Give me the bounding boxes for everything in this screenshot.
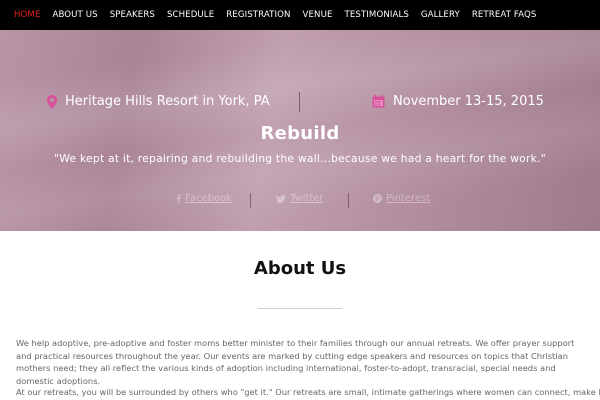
twitter-label: Twitter: [290, 193, 324, 204]
event-info-row: Heritage Hills Resort in York, PA Novemb…: [0, 92, 600, 116]
pinterest-link[interactable]: Pinterest: [373, 193, 430, 204]
social-divider: [250, 193, 251, 208]
calendar-icon: [372, 95, 385, 108]
nav-item-about-us[interactable]: ABOUT US: [52, 10, 97, 20]
info-divider: [299, 92, 300, 112]
nav-item-retreat-faqs[interactable]: RETREAT FAQS: [472, 10, 537, 20]
nav-item-home[interactable]: HOME: [14, 10, 40, 20]
nav-item-gallery[interactable]: GALLERY: [421, 10, 460, 20]
facebook-link[interactable]: Facebook: [176, 193, 232, 204]
nav-item-speakers[interactable]: SPEAKERS: [110, 10, 155, 20]
social-divider: [348, 193, 349, 208]
hero-quote: "We kept at it, repairing and rebuilding…: [54, 152, 546, 165]
event-location-text: Heritage Hills Resort in York, PA: [65, 94, 270, 109]
twitter-icon: [276, 194, 286, 203]
pinterest-icon: [373, 194, 382, 203]
nav-item-registration[interactable]: REGISTRATION: [226, 10, 290, 20]
event-location: Heritage Hills Resort in York, PA: [47, 94, 270, 109]
heading-divider: [258, 308, 342, 309]
facebook-label: Facebook: [185, 193, 232, 204]
about-paragraph-2: At our retreats, you will be surrounded …: [16, 387, 600, 397]
twitter-link[interactable]: Twitter: [276, 193, 324, 204]
event-dates: November 13-15, 2015: [372, 94, 544, 109]
map-pin-icon: [47, 94, 57, 109]
about-us-heading: About Us: [253, 258, 347, 279]
pinterest-label: Pinterest: [386, 193, 431, 204]
about-paragraph-1: We help adoptive, pre-adoptive and foste…: [16, 338, 575, 386]
event-dates-text: November 13-15, 2015: [393, 94, 544, 109]
facebook-icon: [176, 194, 181, 203]
top-navigation: HOME ABOUT US SPEAKERS SCHEDULE REGISTRA…: [0, 0, 600, 30]
nav-item-schedule[interactable]: SCHEDULE: [167, 10, 214, 20]
nav-item-testimonials[interactable]: TESTIMONIALS: [345, 10, 409, 20]
hero-title: Rebuild: [260, 123, 340, 144]
nav-item-venue[interactable]: VENUE: [303, 10, 333, 20]
social-links: Facebook Twitter Pinterest: [0, 193, 600, 209]
hero-banner: Heritage Hills Resort in York, PA Novemb…: [0, 30, 600, 231]
